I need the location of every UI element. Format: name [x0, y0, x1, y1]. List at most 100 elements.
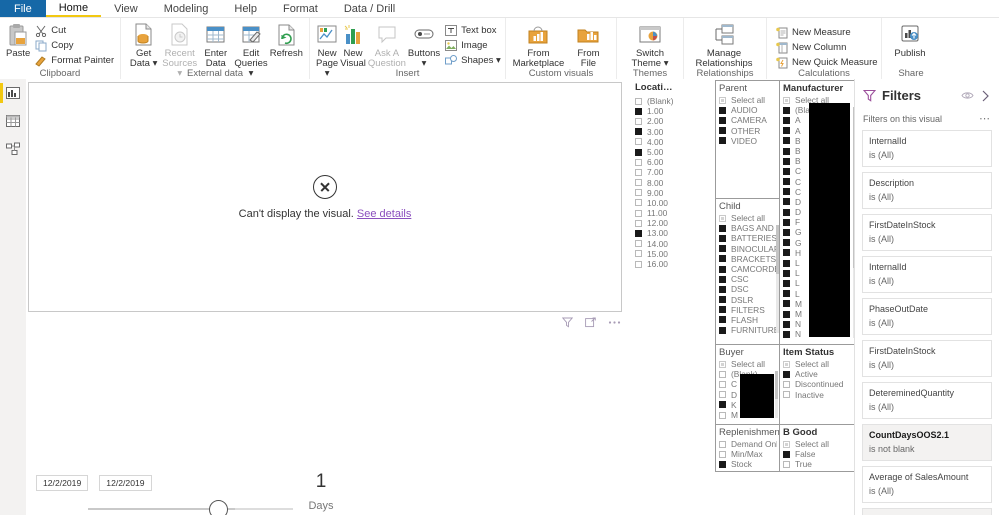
slicer-item-select-all[interactable]: Select all [783, 359, 855, 369]
slicer-item[interactable]: 14.00 [635, 239, 709, 249]
checkbox[interactable] [719, 360, 726, 368]
slicer-item[interactable]: Discontinued [783, 379, 855, 389]
checkbox[interactable] [719, 275, 726, 283]
eye-icon[interactable] [961, 90, 974, 101]
filter-card[interactable]: InternalId is (All) [862, 130, 992, 167]
slicer-buyer-scrollbar[interactable] [775, 371, 778, 419]
from-marketplace-button[interactable]: From Marketplace [511, 20, 566, 69]
checkbox[interactable] [719, 255, 726, 263]
checkbox[interactable] [635, 148, 642, 156]
checkbox[interactable] [635, 209, 642, 217]
slicer-item[interactable]: 4.00 [635, 137, 709, 147]
image-button[interactable]: Image [441, 38, 504, 53]
checkbox[interactable] [719, 245, 726, 253]
filter-card[interactable]: FirstDateInStock is (All) [862, 340, 992, 377]
tab-modeling[interactable]: Modeling [151, 0, 222, 17]
slicer-parent[interactable]: Parent Select all AUDIO CAMERA OTHER VID… [715, 80, 781, 199]
chevron-right-icon[interactable] [980, 90, 991, 102]
checkbox[interactable] [719, 380, 726, 388]
checkbox[interactable] [783, 460, 790, 468]
text-box-button[interactable]: Text box [441, 23, 504, 38]
tab-data-drill[interactable]: Data / Drill [331, 0, 408, 17]
filter-icon[interactable] [562, 317, 573, 328]
slicer-item[interactable]: Demand Only [719, 439, 777, 449]
checkbox[interactable] [783, 218, 790, 226]
checkbox[interactable] [719, 450, 726, 458]
checkbox[interactable] [635, 199, 642, 207]
checkbox[interactable] [719, 460, 726, 468]
slicer-item[interactable]: 5.00 [635, 147, 709, 157]
checkbox[interactable] [783, 330, 790, 338]
checkbox[interactable] [783, 198, 790, 206]
slicer-item[interactable]: AUDIO [719, 105, 777, 115]
new-visual-button[interactable]: New Visual [339, 20, 367, 69]
focus-mode-icon[interactable] [585, 317, 596, 328]
checkbox[interactable] [635, 128, 642, 136]
tab-home[interactable]: Home [45, 0, 102, 17]
slicer-manufacturer[interactable]: Manufacturer Select all (Blank) A A B B … [779, 80, 859, 345]
checkbox[interactable] [783, 450, 790, 458]
date-start-input[interactable]: 12/2/2019 [36, 475, 89, 491]
manage-relationships-button[interactable]: Manage Relationships [689, 20, 759, 69]
checkbox[interactable] [635, 250, 642, 258]
slicer-item[interactable]: BAGS AND … [719, 223, 777, 233]
checkbox[interactable] [783, 290, 790, 298]
slicer-item[interactable]: Active [783, 369, 855, 379]
more-options-icon[interactable] [608, 317, 621, 328]
slicer-buyer[interactable]: Buyer Select all (Blank) C D K M [715, 344, 781, 427]
slicer-item-select-all[interactable]: Select all [783, 439, 855, 449]
slicer-item[interactable]: 6.00 [635, 157, 709, 167]
checkbox[interactable] [719, 137, 726, 145]
publish-button[interactable]: Publish [887, 20, 933, 59]
checkbox[interactable] [783, 208, 790, 216]
slicer-item[interactable]: 2.00 [635, 116, 709, 126]
checkbox[interactable] [635, 189, 642, 197]
ask-question-button[interactable]: Ask A Question [367, 20, 407, 69]
checkbox[interactable] [783, 157, 790, 165]
checkbox[interactable] [719, 316, 726, 324]
slicer-replenishment[interactable]: Replenishment Demand Only Min/Max Stock [715, 424, 782, 472]
format-painter-button[interactable]: Format Painter [31, 53, 117, 68]
new-measure-button[interactable]: New Measure [772, 25, 881, 40]
checkbox[interactable] [783, 147, 790, 155]
tab-file[interactable]: File [0, 0, 46, 17]
checkbox[interactable] [719, 265, 726, 273]
slicer-item[interactable]: 10.00 [635, 198, 709, 208]
shapes-button[interactable]: Shapes ▾ [441, 53, 504, 68]
slicer-item[interactable]: False [783, 449, 855, 459]
checkbox[interactable] [719, 440, 726, 448]
slicer-item[interactable]: FURNITURE [719, 325, 777, 335]
checkbox[interactable] [783, 229, 790, 237]
get-data-button[interactable]: Get Data ▾ [126, 20, 161, 69]
filter-card[interactable]: DetereminedQuantity is (All) [862, 382, 992, 419]
checkbox[interactable] [635, 138, 642, 146]
checkbox[interactable] [719, 411, 726, 419]
slicer-item[interactable]: 1.00 [635, 106, 709, 116]
checkbox[interactable] [783, 106, 790, 114]
card-visual-days[interactable]: 1 Days [281, 471, 361, 512]
slicer-location[interactable]: Locati… (Blank) 1.00 2.00 3.00 4.00 5.00… [632, 80, 712, 310]
checkbox[interactable] [783, 249, 790, 257]
slicer-item[interactable]: DSC [719, 284, 777, 294]
slicer-item[interactable]: VIDEO [719, 136, 777, 146]
slicer-item[interactable]: 9.00 [635, 188, 709, 198]
checkbox[interactable] [719, 306, 726, 314]
slicer-item[interactable]: CAMCORDE… [719, 264, 777, 274]
slicer-item[interactable]: (Blank) [635, 96, 709, 106]
checkbox[interactable] [783, 440, 790, 448]
slicer-item[interactable]: True [783, 459, 855, 469]
checkbox[interactable] [719, 116, 726, 124]
checkbox[interactable] [783, 269, 790, 277]
slider-handle[interactable] [209, 500, 228, 515]
checkbox[interactable] [719, 401, 726, 409]
checkbox[interactable] [783, 96, 790, 104]
checkbox[interactable] [719, 326, 726, 334]
checkbox[interactable] [719, 234, 726, 242]
filter-card[interactable]: Average of Rolling 30 da is greater than… [862, 508, 992, 515]
checkbox[interactable] [635, 168, 642, 176]
checkbox[interactable] [783, 188, 790, 196]
checkbox[interactable] [635, 179, 642, 187]
slicer-item[interactable]: 3.00 [635, 127, 709, 137]
tab-view[interactable]: View [101, 0, 151, 17]
checkbox[interactable] [635, 230, 642, 238]
